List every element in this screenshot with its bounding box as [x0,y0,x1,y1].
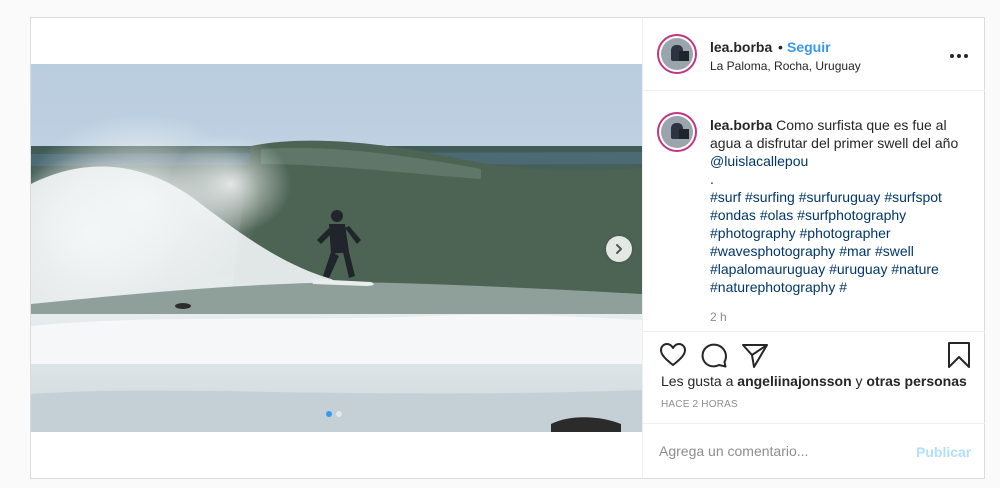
likes-summary: Les gusta a angeliinajonsson y otras per… [661,373,967,389]
more-options-icon[interactable] [949,46,969,66]
post-card: lea.borba • Seguir La Paloma, Rocha, Uru… [30,17,985,479]
comments-section: lea.borba Como surfista que es fue al ag… [643,92,985,330]
avatar[interactable] [657,34,697,74]
like-button[interactable] [658,340,688,370]
post-photo[interactable] [31,64,642,432]
save-button[interactable] [944,340,974,370]
surf-photo-image [31,64,642,432]
caption-mention[interactable]: @luislacallepou [710,153,808,169]
post-media [31,18,642,478]
publish-button[interactable]: Publicar [916,444,971,460]
caption: lea.borba Como surfista que es fue al ag… [710,116,970,296]
post-timestamp[interactable]: HACE 2 HORAS [661,399,738,410]
add-comment-bar: Publicar [643,423,985,478]
comment-button[interactable] [699,340,729,370]
share-button[interactable] [740,340,770,370]
likes-prefix: Les gusta a [661,373,734,389]
bookmark-icon [948,342,970,368]
carousel-next-button[interactable] [606,236,632,262]
likes-user[interactable]: angeliinajonsson [737,373,851,389]
follow-button[interactable]: Seguir [787,39,831,55]
header-separator: • [778,39,783,55]
carousel-dot [336,411,342,417]
caption-avatar[interactable] [657,112,697,152]
comment-input[interactable] [659,440,899,462]
caption-dot: . [710,171,714,187]
post-sidebar: lea.borba • Seguir La Paloma, Rocha, Uru… [642,18,985,478]
likes-conj: y [855,373,863,389]
comment-bubble-icon [701,343,727,368]
post-header: lea.borba • Seguir La Paloma, Rocha, Uru… [643,18,985,91]
comment-time: 2 h [710,310,727,324]
carousel-dot-active [326,411,332,417]
paper-plane-icon [742,344,768,368]
caption-username[interactable]: lea.borba [710,117,772,133]
carousel-indicator [326,411,342,417]
caption-hashtags[interactable]: #surf #surfing #surfuruguay #surfspot #o… [710,189,942,295]
header-username[interactable]: lea.borba [710,39,772,55]
location-link[interactable]: La Paloma, Rocha, Uruguay [710,59,861,73]
heart-icon [660,343,686,366]
chevron-right-icon [616,244,622,254]
likes-others[interactable]: otras personas [866,373,966,389]
